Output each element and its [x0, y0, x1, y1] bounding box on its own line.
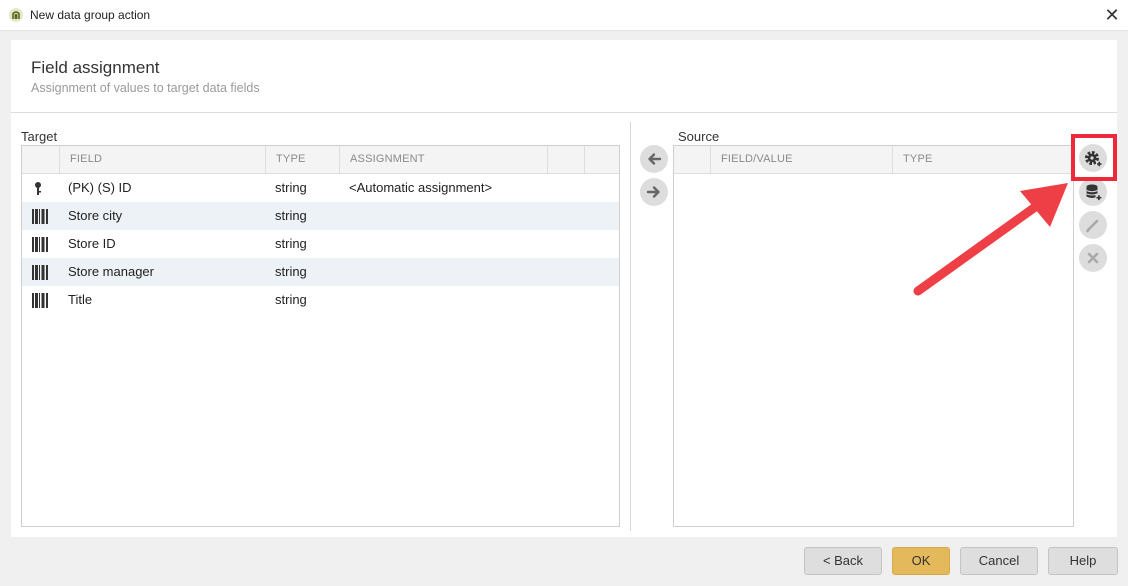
title-bar: New data group action ✕	[0, 0, 1128, 31]
column-header-extra	[547, 146, 584, 173]
app-logo-icon	[9, 8, 23, 22]
field-cell: Store ID	[68, 236, 116, 251]
page-title: Field assignment	[31, 58, 160, 77]
column-header-field-value[interactable]: FIELD/VALUE	[710, 146, 892, 173]
add-data-source-button[interactable]	[1079, 178, 1107, 206]
column-header-type[interactable]: TYPE	[265, 146, 339, 173]
column-header-extra	[584, 146, 619, 173]
cancel-button[interactable]: Cancel	[960, 547, 1038, 575]
arrow-left-icon	[648, 153, 662, 165]
delete-button[interactable]	[1079, 244, 1107, 272]
field-cell: Title	[68, 292, 93, 307]
highlight-box	[1071, 134, 1117, 181]
table-row[interactable]: Title string	[22, 286, 619, 314]
back-button[interactable]: < Back	[804, 547, 882, 575]
ok-button[interactable]: OK	[892, 547, 950, 575]
arrow-right-icon	[646, 186, 660, 198]
panel-divider	[630, 122, 631, 531]
field-cell: Store city	[68, 208, 123, 223]
field-cell: (PK) (S) ID	[68, 180, 132, 195]
target-grid: FIELD TYPE ASSIGNMENT (PK) (S) ID string…	[21, 145, 620, 527]
barcode-icon	[32, 237, 48, 257]
annotation-arrow-icon	[913, 183, 1068, 296]
close-icon[interactable]: ✕	[1100, 3, 1124, 27]
table-row[interactable]: Store city string	[22, 202, 619, 230]
target-label: Target	[21, 129, 58, 144]
type-cell: string	[275, 264, 307, 279]
type-cell: string	[275, 292, 307, 307]
edit-button[interactable]	[1079, 211, 1107, 239]
key-icon	[32, 181, 46, 201]
barcode-icon	[32, 293, 48, 313]
barcode-icon	[32, 265, 48, 285]
type-cell: string	[275, 208, 307, 223]
field-cell: Store manager	[68, 264, 154, 279]
database-add-icon	[1086, 184, 1102, 201]
column-header-assignment[interactable]: ASSIGNMENT	[339, 146, 547, 173]
help-button[interactable]: Help	[1048, 547, 1118, 575]
pencil-icon	[1086, 219, 1099, 233]
type-cell: string	[275, 180, 307, 195]
table-row[interactable]: Store ID string	[22, 230, 619, 258]
window-title: New data group action	[30, 8, 151, 22]
page-subtitle: Assignment of values to target data fiel…	[31, 81, 260, 95]
x-icon	[1087, 252, 1099, 264]
source-label: Source	[678, 129, 720, 144]
move-left-button[interactable]	[640, 145, 668, 173]
move-right-button[interactable]	[640, 178, 668, 206]
column-header-field[interactable]: FIELD	[59, 146, 265, 173]
assignment-cell: <Automatic assignment>	[349, 180, 493, 195]
column-header-type[interactable]: TYPE	[892, 146, 1073, 173]
dialog-header: Field assignment Assignment of values to…	[11, 40, 1117, 113]
source-grid-header: FIELD/VALUE TYPE	[674, 146, 1073, 174]
table-row[interactable]: Store manager string	[22, 258, 619, 286]
target-grid-header: FIELD TYPE ASSIGNMENT	[22, 146, 619, 174]
barcode-icon	[32, 209, 48, 229]
table-row[interactable]: (PK) (S) ID string <Automatic assignment…	[22, 174, 619, 202]
type-cell: string	[275, 236, 307, 251]
